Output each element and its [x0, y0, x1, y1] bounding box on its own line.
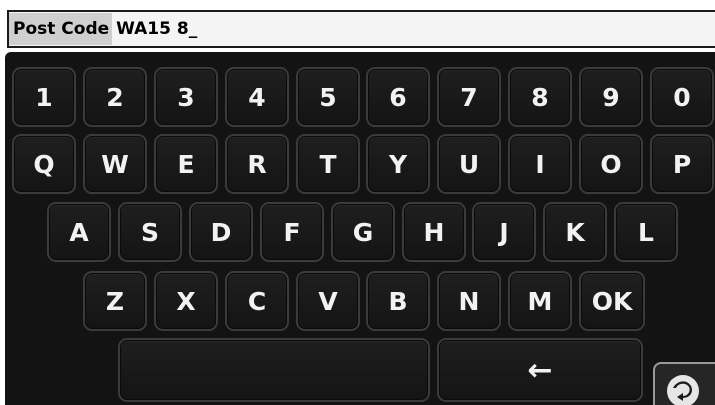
key-a[interactable]: A	[47, 202, 111, 262]
key-e[interactable]: E	[154, 134, 218, 194]
key-n[interactable]: N	[437, 271, 501, 331]
key-c[interactable]: C	[225, 271, 289, 331]
key-1[interactable]: 1	[12, 67, 76, 127]
postcode-entry-bar[interactable]: Post Code WA15 8_	[7, 10, 715, 48]
key-t[interactable]: T	[296, 134, 360, 194]
back-button[interactable]	[653, 362, 715, 405]
on-screen-keyboard: 1 2 3 4 5 6 7 8 9 0 Q W E R T Y U I O P …	[5, 52, 715, 405]
key-p[interactable]: P	[650, 134, 714, 194]
key-o[interactable]: O	[579, 134, 643, 194]
key-l[interactable]: L	[614, 202, 678, 262]
key-j[interactable]: J	[472, 202, 536, 262]
key-z[interactable]: Z	[83, 271, 147, 331]
back-arrow-icon	[667, 375, 699, 405]
key-g[interactable]: G	[331, 202, 395, 262]
key-m[interactable]: M	[508, 271, 572, 331]
left-arrow-icon: ←	[527, 352, 553, 388]
key-s[interactable]: S	[118, 202, 182, 262]
key-0[interactable]: 0	[650, 67, 714, 127]
key-9[interactable]: 9	[579, 67, 643, 127]
key-8[interactable]: 8	[508, 67, 572, 127]
key-3[interactable]: 3	[154, 67, 218, 127]
key-x[interactable]: X	[154, 271, 218, 331]
ok-button[interactable]: OK	[579, 271, 645, 331]
space-key[interactable]	[118, 338, 430, 402]
key-h[interactable]: H	[402, 202, 466, 262]
key-5[interactable]: 5	[296, 67, 360, 127]
key-w[interactable]: W	[83, 134, 147, 194]
key-u[interactable]: U	[437, 134, 501, 194]
key-v[interactable]: V	[296, 271, 360, 331]
key-2[interactable]: 2	[83, 67, 147, 127]
key-f[interactable]: F	[260, 202, 324, 262]
key-b[interactable]: B	[366, 271, 430, 331]
key-q[interactable]: Q	[12, 134, 76, 194]
postcode-label: Post Code	[9, 13, 113, 45]
key-k[interactable]: K	[543, 202, 607, 262]
key-6[interactable]: 6	[366, 67, 430, 127]
postcode-value: WA15 8_	[116, 19, 198, 39]
key-7[interactable]: 7	[437, 67, 501, 127]
key-y[interactable]: Y	[366, 134, 430, 194]
key-r[interactable]: R	[225, 134, 289, 194]
key-d[interactable]: D	[189, 202, 253, 262]
key-4[interactable]: 4	[225, 67, 289, 127]
keyboard-screen: Post Code WA15 8_ 1 2 3 4 5 6 7 8 9 0 Q …	[0, 0, 715, 405]
key-i[interactable]: I	[508, 134, 572, 194]
backspace-key[interactable]: ←	[437, 338, 643, 402]
